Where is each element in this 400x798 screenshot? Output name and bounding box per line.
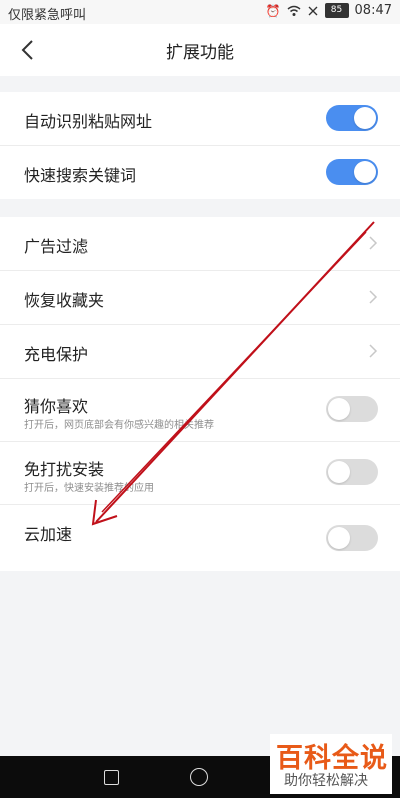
watermark-logo: 百科全说 助你轻松解决 <box>270 734 392 794</box>
clock: 08:47 <box>354 3 392 18</box>
auto-detect-url-toggle[interactable] <box>326 105 378 131</box>
setting-label: 自动识别粘贴网址 <box>24 112 153 131</box>
setting-label: 恢复收藏夹 <box>24 291 105 310</box>
setting-charge-protection[interactable]: 充电保护 <box>0 325 400 379</box>
watermark-slogan: 助你轻松解决 <box>284 773 368 789</box>
recent-apps-icon[interactable] <box>104 770 119 785</box>
quick-search-toggle[interactable] <box>326 159 378 185</box>
setting-label: 猜你喜欢 <box>24 397 89 416</box>
toggle-knob <box>328 527 350 549</box>
setting-description: 打开后，快速安装推荐的应用 <box>24 483 154 494</box>
setting-label: 快速搜索关键词 <box>24 166 137 185</box>
page-title: 扩展功能 <box>166 43 234 63</box>
silent-install-toggle[interactable] <box>326 459 378 485</box>
no-signal-icon <box>308 6 317 15</box>
toggle-knob <box>354 161 376 183</box>
setting-auto-detect-url: 自动识别粘贴网址 <box>0 92 400 146</box>
carrier-text: 仅限紧急呼叫 <box>8 8 87 23</box>
toggle-knob <box>328 398 350 420</box>
setting-cloud-acceleration: 云加速 <box>0 505 400 571</box>
wifi-icon <box>287 5 301 16</box>
alarm-icon: ⏰ <box>265 3 281 18</box>
chevron-right-icon <box>369 344 378 358</box>
setting-label: 充电保护 <box>24 345 89 364</box>
setting-ad-filter[interactable]: 广告过滤 <box>0 217 400 271</box>
setting-quick-search: 快速搜索关键词 <box>0 146 400 199</box>
setting-label: 免打扰安装 <box>24 460 105 479</box>
setting-recommendations: 猜你喜欢 打开后，网页底部会有你感兴趣的相关推荐 <box>0 379 400 442</box>
chevron-right-icon <box>369 236 378 250</box>
settings-group-primary: 自动识别粘贴网址 快速搜索关键词 <box>0 92 400 199</box>
toggle-knob <box>328 461 350 483</box>
recommendations-toggle[interactable] <box>326 396 378 422</box>
home-icon[interactable] <box>190 768 208 786</box>
status-bar: 仅限紧急呼叫 ⏰ 85 08:47 <box>0 0 400 24</box>
setting-restore-favorites[interactable]: 恢复收藏夹 <box>0 271 400 325</box>
setting-description: 打开后，网页底部会有你感兴趣的相关推荐 <box>24 420 214 431</box>
battery-level: 85 <box>324 3 349 18</box>
chevron-right-icon <box>369 290 378 304</box>
setting-silent-install: 免打扰安装 打开后，快速安装推荐的应用 <box>0 442 400 505</box>
header-bar: 扩展功能 <box>0 24 400 76</box>
setting-label: 广告过滤 <box>24 237 89 256</box>
settings-group-secondary: 广告过滤 恢复收藏夹 充电保护 猜你喜欢 打开后，网页底部会有你感兴趣的相关推荐… <box>0 217 400 571</box>
cloud-acceleration-toggle[interactable] <box>326 525 378 551</box>
status-icons: ⏰ 85 08:47 <box>266 3 392 18</box>
setting-label: 云加速 <box>24 525 73 544</box>
toggle-knob <box>354 107 376 129</box>
